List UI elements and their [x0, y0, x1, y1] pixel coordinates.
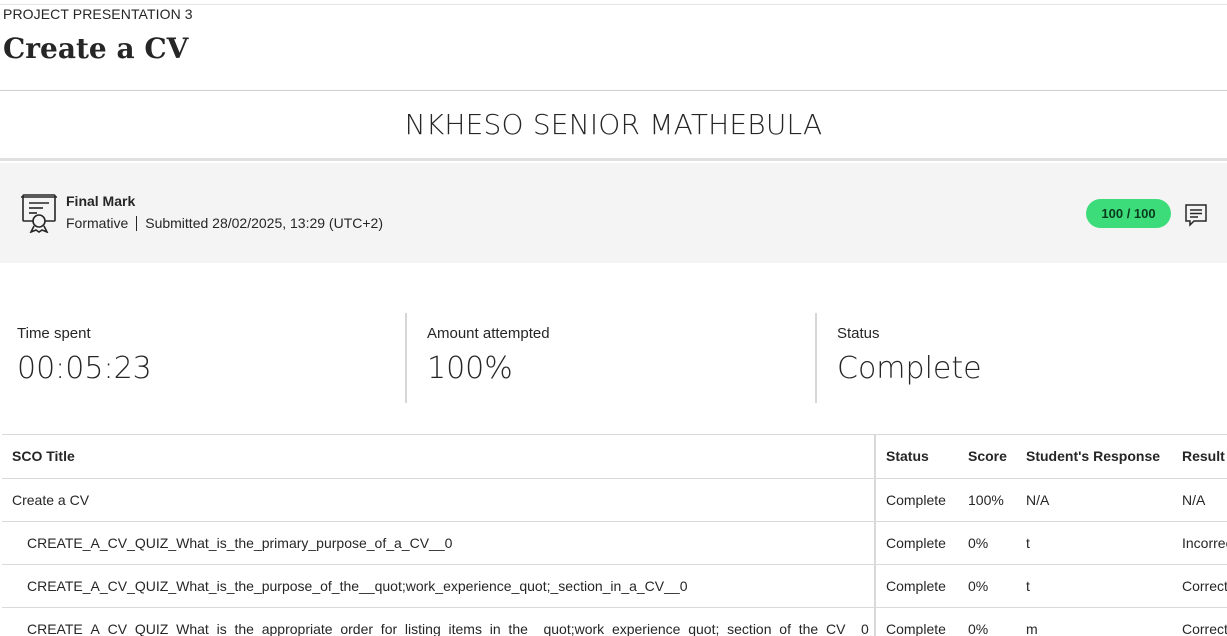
- grade-pill[interactable]: 100 / 100: [1086, 199, 1171, 228]
- final-mark-meta: Formative Submitted 28/02/2025, 13:29 (U…: [66, 215, 383, 231]
- sco-table: SCO Title Status Score Student's Respons…: [2, 435, 1227, 636]
- assignment-category: PROJECT PRESENTATION 3: [3, 6, 193, 22]
- cell-response: t: [1016, 564, 1172, 608]
- table-header-row: SCO Title Status Score Student's Respons…: [2, 435, 1227, 479]
- header-status: Status: [875, 435, 958, 479]
- header-score: Score: [958, 435, 1016, 479]
- final-mark-title: Final Mark: [66, 193, 136, 209]
- mark-type: Formative: [66, 215, 129, 231]
- feedback-comment-icon[interactable]: [1184, 203, 1208, 227]
- submission-timestamp: Submitted 28/02/2025, 13:29 (UTC+2): [145, 215, 383, 231]
- cell-sco-title: Create a CV: [2, 478, 876, 522]
- top-divider: [0, 4, 1227, 5]
- cell-status: Complete: [875, 478, 958, 522]
- table-row: Create a CV Complete 100% N/A N/A: [2, 478, 1227, 522]
- sco-table-container[interactable]: SCO Title Status Score Student's Respons…: [2, 434, 1227, 636]
- stat-divider: [815, 313, 817, 403]
- cell-status: Complete: [875, 607, 958, 636]
- table-row: CREATE_A_CV_QUIZ_What_is_the_purpose_of_…: [2, 564, 1227, 608]
- cell-result: Incorrect: [1172, 521, 1227, 565]
- stat-amount-attempted: Amount attempted 100%: [427, 313, 807, 403]
- table-row: CREATE_A_CV_QUIZ_What_is_the_primary_pur…: [2, 521, 1227, 565]
- cell-score: 100%: [958, 478, 1016, 522]
- student-divider: [0, 158, 1227, 161]
- header-student-response: Student's Response: [1016, 435, 1172, 479]
- stat-status: Status Complete: [837, 313, 1217, 403]
- cell-sco-title: CREATE_A_CV_QUIZ_What_is_the_appropriate…: [2, 607, 876, 636]
- cell-status: Complete: [875, 564, 958, 608]
- cell-status: Complete: [875, 521, 958, 565]
- cell-result: Correct: [1172, 564, 1227, 608]
- meta-separator: [136, 215, 138, 231]
- final-mark-panel: Final Mark Formative Submitted 28/02/202…: [0, 163, 1227, 263]
- cell-response: m: [1016, 607, 1172, 636]
- cell-result: Correct: [1172, 607, 1227, 636]
- header-sco-title: SCO Title: [2, 435, 876, 479]
- stat-label: Status: [837, 325, 880, 342]
- cell-result: N/A: [1172, 478, 1227, 522]
- table-row: CREATE_A_CV_QUIZ_What_is_the_appropriate…: [2, 607, 1227, 636]
- certificate-icon: [21, 194, 57, 233]
- cell-score: 0%: [958, 521, 1016, 565]
- header-divider: [0, 90, 1227, 91]
- stat-value: Complete: [837, 351, 982, 386]
- stat-time-spent: Time spent 00:05:23: [17, 313, 397, 403]
- cell-sco-title: CREATE_A_CV_QUIZ_What_is_the_purpose_of_…: [2, 564, 876, 608]
- header-result: Result: [1172, 435, 1227, 479]
- stat-value: 00:05:23: [17, 351, 152, 386]
- stat-label: Time spent: [17, 325, 91, 342]
- page-title: Create a CV: [3, 32, 189, 65]
- cell-response: t: [1016, 521, 1172, 565]
- stat-value: 100%: [427, 351, 513, 386]
- cell-sco-title: CREATE_A_CV_QUIZ_What_is_the_primary_pur…: [2, 521, 876, 565]
- stat-label: Amount attempted: [427, 325, 550, 342]
- cell-response: N/A: [1016, 478, 1172, 522]
- student-name: NKHESO SENIOR MATHEBULA: [404, 108, 823, 141]
- cell-score: 0%: [958, 607, 1016, 636]
- stat-divider: [405, 313, 407, 403]
- cell-score: 0%: [958, 564, 1016, 608]
